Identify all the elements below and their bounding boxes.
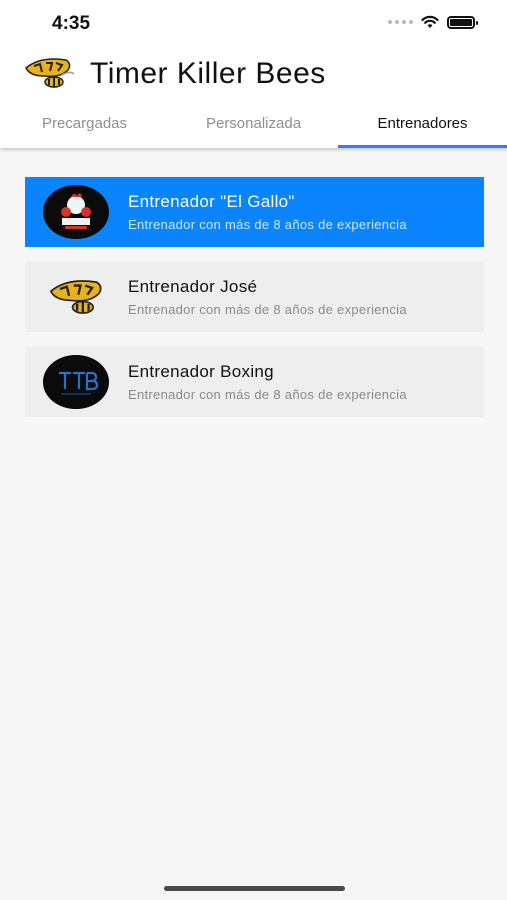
trainer-description: Entrenador con más de 8 años de experien… — [128, 387, 407, 402]
battery-icon — [447, 15, 478, 29]
trainer-card-text: Entrenador "El Gallo" Entrenador con más… — [128, 192, 407, 232]
killer-bees-logo-icon — [49, 280, 102, 314]
tab-bar: Precargadas Personalizada Entrenadores — [0, 102, 507, 148]
trainer-description: Entrenador con más de 8 años de experien… — [128, 217, 407, 232]
app-title: Timer Killer Bees — [90, 57, 326, 90]
ttb-logo-icon — [43, 355, 109, 409]
club-gallos-logo-icon — [50, 186, 102, 238]
app-header: Timer Killer Bees — [0, 46, 507, 102]
trainer-card-boxing[interactable]: Entrenador Boxing Entrenador con más de … — [25, 347, 484, 417]
trainer-avatar — [43, 185, 109, 239]
trainer-avatar — [43, 355, 109, 409]
trainer-name: Entrenador "El Gallo" — [128, 192, 295, 211]
tab-precargadas[interactable]: Precargadas — [0, 102, 169, 148]
status-time: 4:35 — [52, 13, 91, 34]
trainer-list: Entrenador "El Gallo" Entrenador con más… — [25, 177, 484, 432]
tab-personalizada[interactable]: Personalizada — [169, 102, 338, 148]
trainer-name: Entrenador Boxing — [128, 362, 274, 381]
trainer-name: Entrenador José — [128, 277, 258, 296]
status-icons — [388, 15, 478, 29]
cellular-signal-icon — [388, 20, 413, 24]
trainer-card-el-gallo[interactable]: Entrenador "El Gallo" Entrenador con más… — [25, 177, 484, 247]
wifi-icon — [421, 15, 439, 28]
killer-bees-logo-icon — [25, 58, 75, 88]
trainer-card-jose[interactable]: Entrenador José Entrenador con más de 8 … — [25, 262, 484, 332]
trainer-description: Entrenador con más de 8 años de experien… — [128, 302, 407, 317]
trainer-avatar — [43, 270, 109, 324]
trainer-card-text: Entrenador José Entrenador con más de 8 … — [128, 277, 407, 317]
status-bar: 4:35 — [0, 0, 507, 46]
home-indicator[interactable] — [164, 886, 345, 891]
tab-entrenadores[interactable]: Entrenadores — [338, 102, 507, 148]
trainer-card-text: Entrenador Boxing Entrenador con más de … — [128, 362, 407, 402]
